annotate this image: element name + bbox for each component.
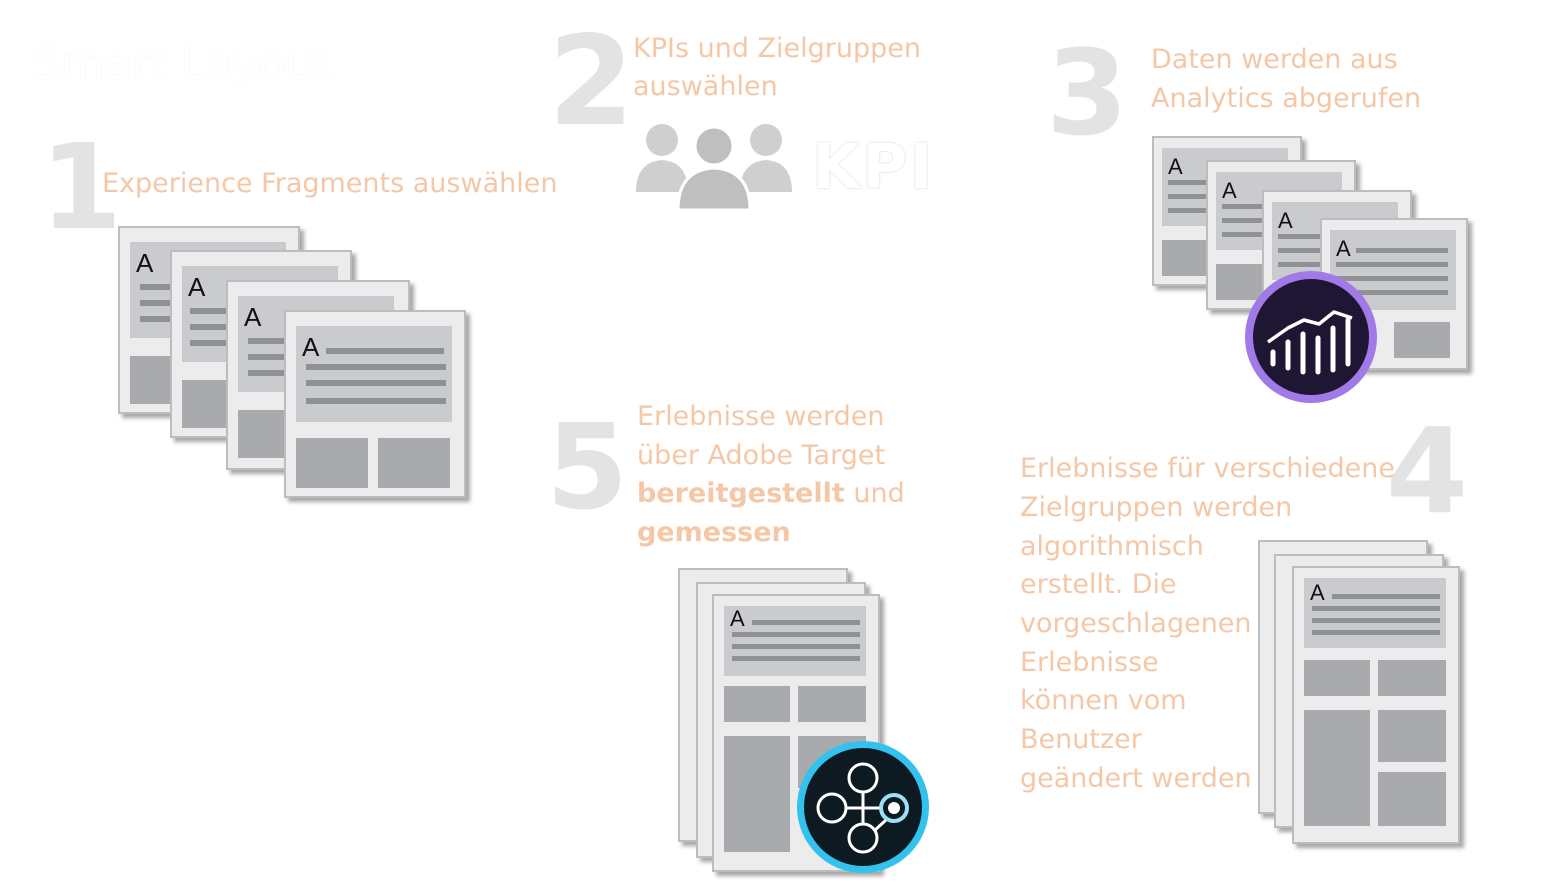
step-3-line2: Analytics abgerufen: [1151, 83, 1422, 114]
doc-letter: A: [1278, 208, 1293, 233]
step-5-bold-provided: bereitgestellt: [637, 478, 845, 509]
step-1-text: Experience Fragments auswählen: [102, 168, 558, 199]
people-group-icon: [636, 124, 792, 212]
step-5-bold-measured: gemessen: [637, 517, 791, 548]
step-3-line1: Daten werden aus: [1151, 44, 1398, 75]
step-2-number: 2: [548, 10, 635, 154]
page-title: Smart Layout: [32, 36, 331, 90]
doc-letter: A: [730, 606, 745, 631]
doc-letter: A: [302, 332, 320, 362]
doc-letter: A: [136, 248, 154, 278]
adobe-target-icon: [797, 741, 929, 873]
step-5-and: und: [844, 478, 905, 509]
step-4-line: algorithmisch: [1020, 531, 1204, 562]
step-4-line: Benutzer: [1020, 724, 1142, 755]
step-3-number: 3: [1046, 24, 1129, 162]
doc-letter: A: [244, 302, 262, 332]
step-4-line: Erlebnisse: [1020, 647, 1159, 678]
step-5-number: 5: [546, 398, 629, 536]
adobe-analytics-icon: [1245, 271, 1377, 403]
doc-letter: A: [1336, 236, 1351, 261]
step-5-line2: über Adobe Target: [637, 440, 886, 471]
step-4-line: erstellt. Die: [1020, 569, 1177, 600]
document-card: A: [1292, 566, 1460, 844]
step-5-line4: gemessen: [637, 514, 791, 553]
doc-letter: A: [188, 272, 206, 302]
step-5-line1: Erlebnisse werden: [637, 401, 885, 432]
doc-letter: A: [1310, 580, 1325, 605]
step-4-line: können vom: [1020, 685, 1187, 716]
doc-letter: A: [1222, 178, 1237, 203]
step-5-line3: bereitgestellt und: [637, 475, 905, 514]
step-4-line: Zielgruppen werden: [1020, 492, 1293, 523]
step-2-line1: KPIs und Zielgruppen: [633, 33, 922, 64]
step-4-line: geändert werden: [1020, 763, 1252, 794]
step-4-line: vorgeschlagenen: [1020, 608, 1252, 639]
step-2-line2: auswählen: [633, 71, 778, 102]
step-4-line: Erlebnisse für verschiedene: [1020, 453, 1395, 484]
document-card: A: [284, 310, 466, 498]
step-4-number: 4: [1386, 402, 1469, 540]
kpi-label: KPI: [812, 130, 935, 203]
doc-letter: A: [1168, 154, 1183, 179]
